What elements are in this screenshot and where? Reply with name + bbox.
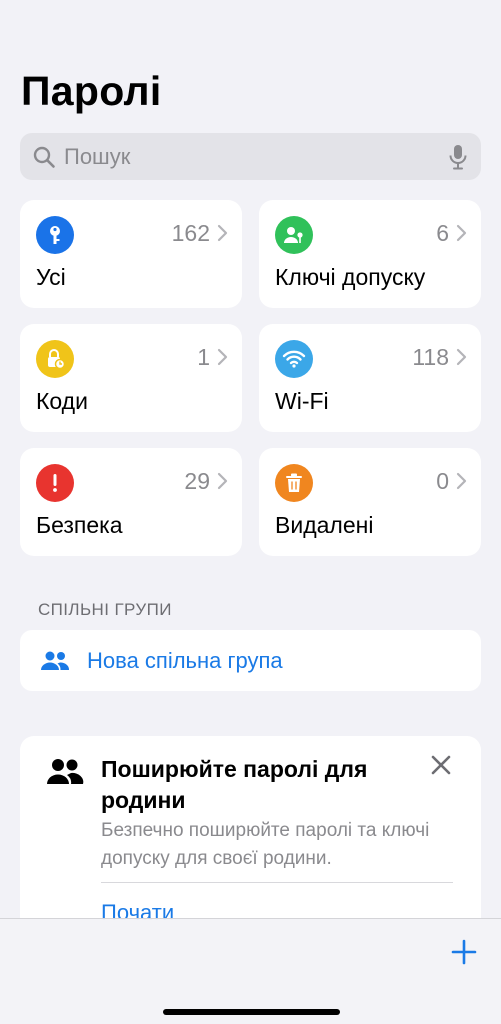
- tile-label: Усі: [36, 264, 66, 290]
- tile-label: Безпека: [36, 512, 123, 538]
- chevron-right-icon: [217, 348, 228, 366]
- tile-count: 1: [197, 344, 210, 370]
- search-icon: [33, 146, 55, 168]
- chevron-right-icon: [217, 472, 228, 490]
- card-description: Безпечно поширюйте паролі та ключі допус…: [101, 820, 430, 869]
- chevron-right-icon: [456, 224, 467, 242]
- tile-count: 162: [171, 220, 210, 246]
- people-icon: [41, 651, 70, 670]
- tile-codes[interactable]: 1 Коди: [20, 324, 242, 432]
- passwords-screen: Паролі 162 Усі: [0, 0, 501, 1024]
- chevron-right-icon: [456, 472, 467, 490]
- tile-all[interactable]: 162 Усі: [20, 200, 242, 308]
- tile-count: 118: [412, 344, 449, 370]
- person-key-icon: [275, 216, 313, 254]
- chevron-right-icon: [217, 224, 228, 242]
- tile-security[interactable]: 29 Безпека: [20, 448, 242, 556]
- close-icon[interactable]: [430, 754, 452, 776]
- tile-count: 29: [184, 468, 210, 494]
- people-icon: [47, 759, 84, 784]
- lock-clock-icon: [36, 340, 74, 378]
- trash-icon: [275, 464, 313, 502]
- tile-wifi[interactable]: 118 Wi-Fi: [259, 324, 481, 432]
- search-input[interactable]: [64, 143, 447, 170]
- tile-count: 0: [436, 468, 449, 494]
- tile-label: Коди: [36, 388, 88, 414]
- wifi-icon: [275, 340, 313, 378]
- tile-passkeys[interactable]: 6 Ключі допуску: [259, 200, 481, 308]
- tile-count: 6: [436, 220, 449, 246]
- tile-label: Wi-Fi: [275, 388, 329, 414]
- tile-label: Видалені: [275, 512, 374, 538]
- new-group-label: Нова спільна група: [87, 647, 283, 673]
- chevron-right-icon: [456, 348, 467, 366]
- search-bar[interactable]: [20, 133, 481, 180]
- home-indicator: [163, 1009, 340, 1015]
- microphone-icon[interactable]: [447, 144, 469, 170]
- tile-label: Ключі допуску: [275, 264, 426, 290]
- section-header-shared-groups: СПІЛЬНІ ГРУПИ: [38, 600, 172, 619]
- divider: [101, 882, 453, 883]
- key-icon: [36, 216, 74, 254]
- add-icon[interactable]: [451, 939, 477, 965]
- exclamation-icon: [36, 464, 74, 502]
- bottom-toolbar: [0, 918, 501, 1024]
- tile-deleted[interactable]: 0 Видалені: [259, 448, 481, 556]
- page-title: Паролі: [21, 68, 162, 114]
- new-shared-group-button[interactable]: Нова спільна група: [20, 630, 481, 691]
- card-title: Поширюйте паролі для родини: [101, 756, 368, 813]
